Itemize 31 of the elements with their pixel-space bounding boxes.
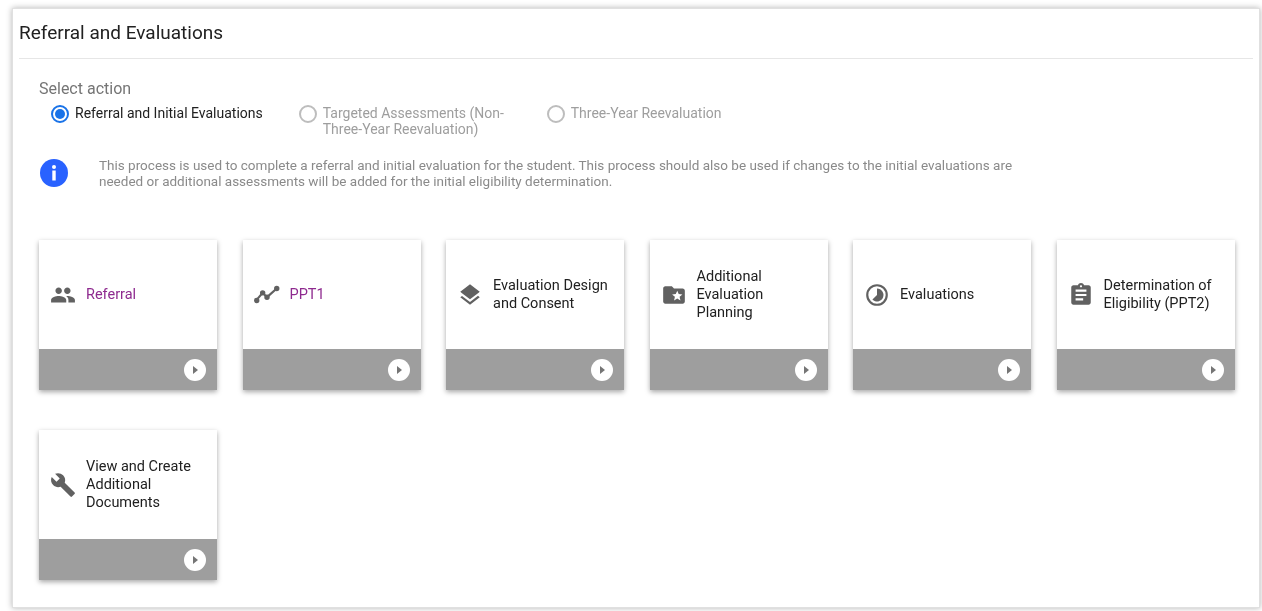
play-button[interactable] xyxy=(998,358,1020,381)
card-title: Evaluations xyxy=(900,285,975,304)
action-card[interactable]: Referral xyxy=(39,240,217,390)
play-button[interactable] xyxy=(1201,358,1224,381)
info-text: This process is used to complete a referral and initial evaluation for the student. This process should also be used if changes to the initial evaluations are needed or additional assessments will be added for the initial eligibility determination. xyxy=(99,157,1014,189)
action-card[interactable]: View and Create Additional Documents xyxy=(39,430,217,580)
action-card[interactable]: Determination of Eligibility (PPT2) xyxy=(1056,240,1235,390)
card-title: View and Create Additional Documents xyxy=(86,457,192,512)
info-icon xyxy=(39,158,69,188)
card-title: Additional Evaluation Planning xyxy=(696,267,765,322)
radio-icon xyxy=(546,105,565,123)
play-button[interactable] xyxy=(794,358,817,381)
radio-icon xyxy=(298,105,317,123)
wrench-icon xyxy=(50,471,76,498)
card-title: Evaluation Design and Consent xyxy=(493,276,609,313)
clock-icon xyxy=(864,281,890,308)
section-label: Select action xyxy=(39,78,133,100)
radio-option[interactable]: Referral and Initial Evaluations xyxy=(51,105,263,137)
radio-icon xyxy=(51,105,69,123)
card-title: Determination of Eligibility (PPT2) xyxy=(1103,276,1213,313)
play-button[interactable] xyxy=(184,358,206,381)
play-button[interactable] xyxy=(184,548,206,571)
card-title: Referral xyxy=(86,285,137,304)
panel-title: Referral and Evaluations xyxy=(19,9,1253,59)
play-button[interactable] xyxy=(387,358,410,381)
action-card[interactable]: Evaluations xyxy=(853,240,1031,390)
action-card[interactable]: Additional Evaluation Planning xyxy=(649,240,828,390)
action-card[interactable]: PPT1 xyxy=(242,240,421,390)
play-button[interactable] xyxy=(591,358,613,381)
card-title: PPT1 xyxy=(289,285,325,304)
action-card[interactable]: Evaluation Design and Consent xyxy=(446,240,624,390)
